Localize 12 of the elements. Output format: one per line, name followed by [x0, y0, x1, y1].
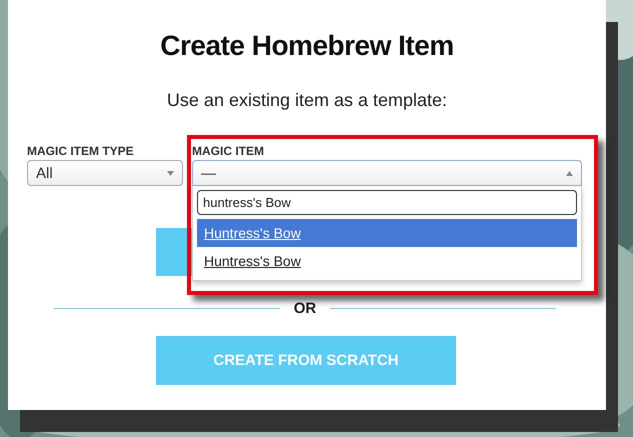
- dialog-subtitle: Use an existing item as a template:: [166, 89, 448, 111]
- dropdown-option[interactable]: Huntress's Bow: [197, 247, 577, 275]
- select-field[interactable]: All: [27, 160, 183, 186]
- search-field[interactable]: huntress's Bow: [197, 190, 577, 215]
- caret-icon: [167, 170, 174, 176]
- dropdown-option[interactable]: Huntress's Bow: [197, 219, 577, 247]
- caret-icon: [566, 170, 573, 176]
- dialog-title: Create Homebrew Item: [159, 29, 455, 63]
- divider-label: OR: [294, 300, 316, 317]
- field-label: MAGIC ITEM: [192, 144, 264, 158]
- field-label: MAGIC ITEM TYPE: [27, 144, 134, 158]
- select-field[interactable]: —: [192, 160, 582, 186]
